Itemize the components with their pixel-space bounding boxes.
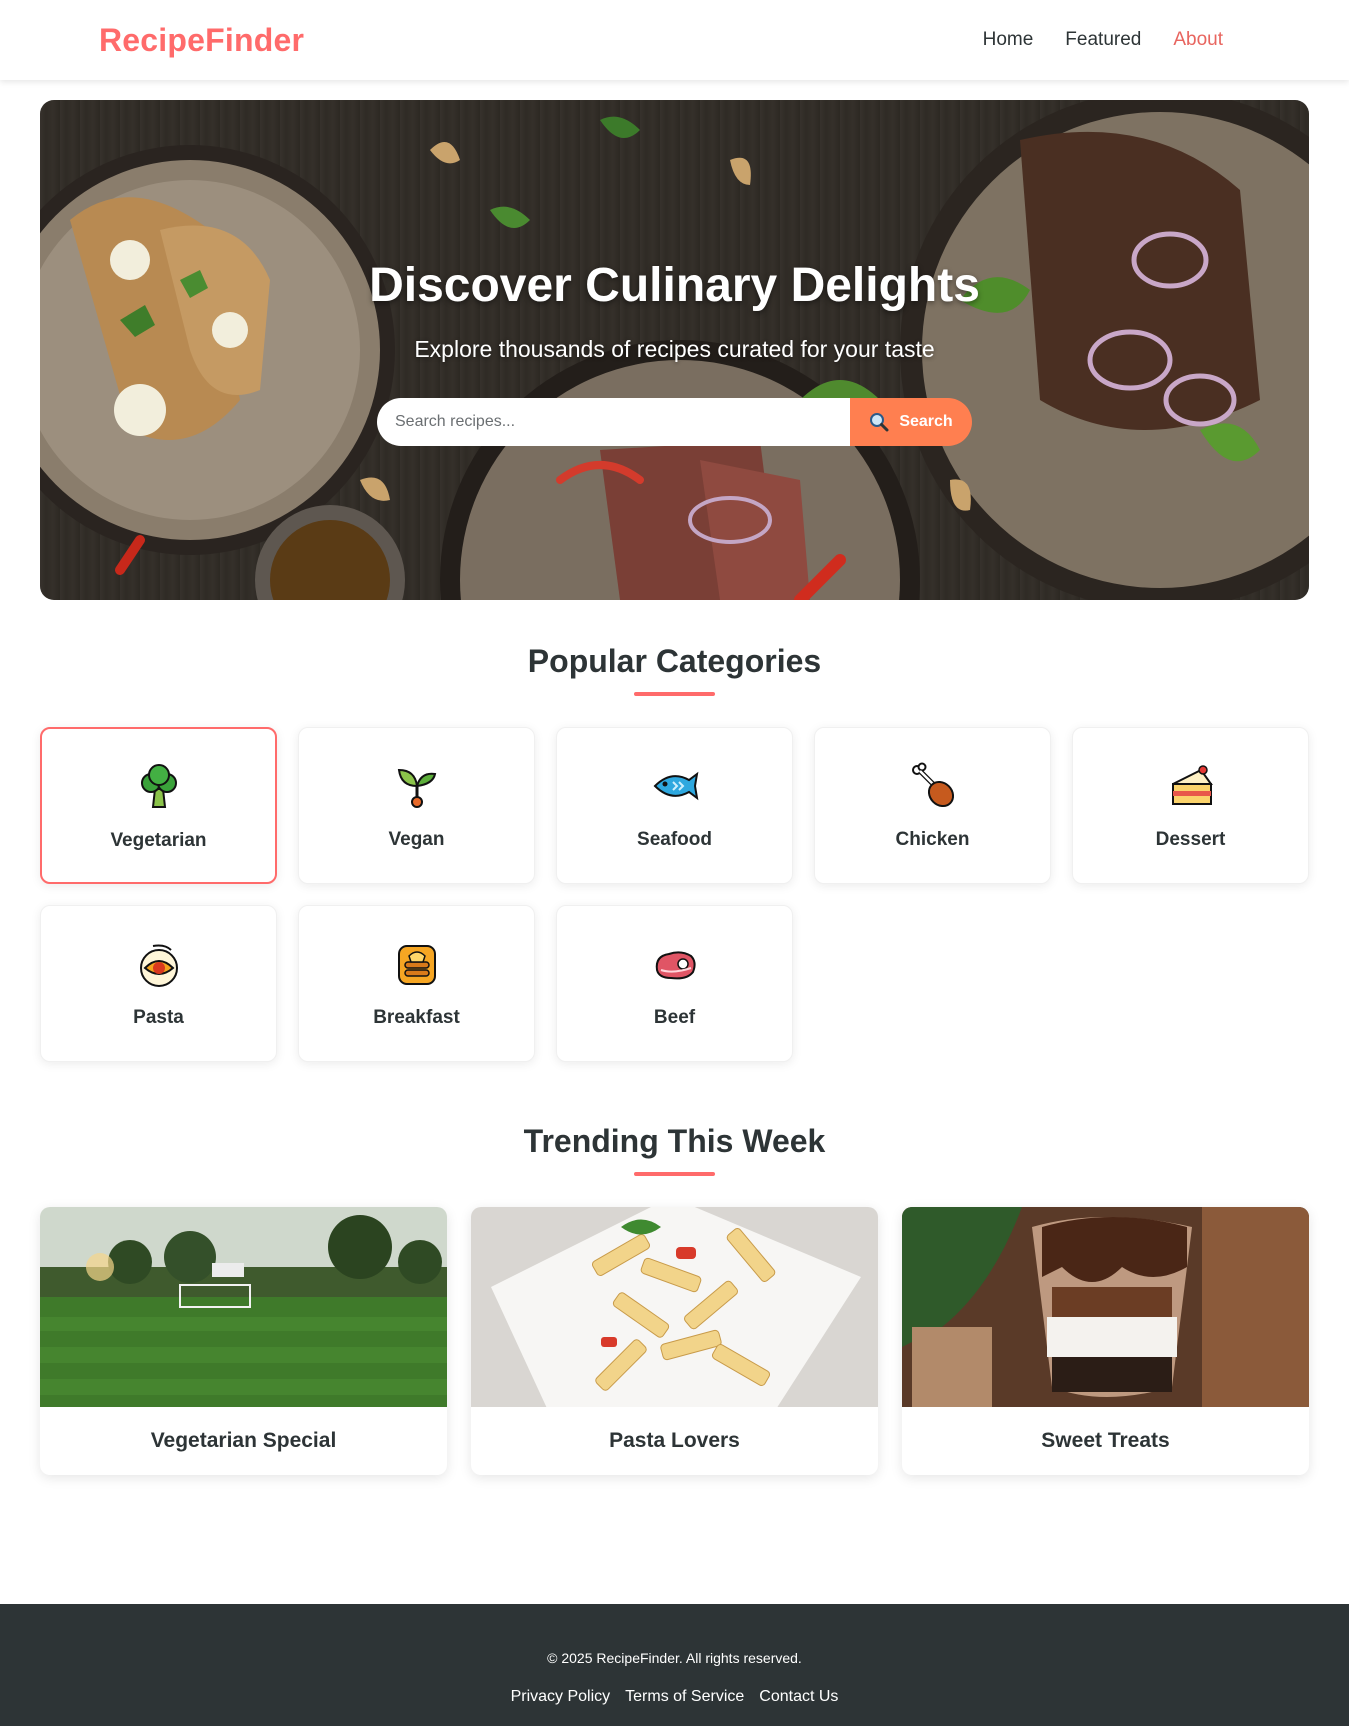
search-bar: Search [377, 398, 972, 446]
magnifier-icon [869, 412, 889, 432]
trending-card-title: Vegetarian Special [150, 1429, 337, 1452]
pasta-bowl-icon [139, 944, 178, 987]
category-label: Vegan [388, 829, 445, 850]
category-card-vegan[interactable]: Vegan [298, 727, 535, 884]
cake-icon [1171, 765, 1213, 805]
category-card-chicken[interactable]: Chicken [814, 727, 1051, 884]
category-label: Beef [653, 1007, 696, 1028]
site-logo[interactable]: RecipeFinder [99, 22, 304, 59]
search-button[interactable]: Search [850, 398, 972, 446]
site-footer: © 2025 RecipeFinder. All rights reserved… [0, 1604, 1349, 1726]
trending-card-title: Pasta Lovers [609, 1429, 740, 1452]
seedling-icon [397, 768, 436, 808]
main-nav: Home Featured About [983, 29, 1223, 51]
trending-card-sweet-treats[interactable]: Sweet Treats [902, 1207, 1309, 1475]
copyright-text: © 2025 RecipeFinder. All rights reserved… [547, 1650, 802, 1666]
site-header: RecipeFinder Home Featured About [0, 0, 1349, 80]
category-label: Breakfast [373, 1007, 460, 1028]
category-card-dessert[interactable]: Dessert [1072, 727, 1309, 884]
category-card-pasta[interactable]: Pasta [40, 905, 277, 1062]
hero-title: Discover Culinary Delights [369, 259, 980, 312]
search-input[interactable] [377, 398, 850, 446]
nav-home[interactable]: Home [983, 29, 1034, 51]
category-card-seafood[interactable]: Seafood [556, 727, 793, 884]
trending-title-underline [634, 1172, 715, 1176]
fish-icon [653, 771, 698, 801]
categories-title: Popular Categories [527, 643, 822, 679]
pancakes-icon [397, 945, 436, 985]
trending-card-pasta-lovers[interactable]: Pasta Lovers [471, 1207, 878, 1475]
trending-image [40, 1207, 447, 1407]
nav-about[interactable]: About [1173, 29, 1223, 51]
trending-image [902, 1207, 1309, 1407]
footer-link-contact[interactable]: Contact Us [759, 1688, 838, 1706]
trending-card-vegetarian-special[interactable]: Vegetarian Special [40, 1207, 447, 1475]
trending-card-title: Sweet Treats [1041, 1429, 1170, 1452]
hero-subtitle: Explore thousands of recipes curated for… [414, 336, 935, 362]
categories-title-underline [634, 692, 715, 696]
broccoli-icon [140, 764, 177, 808]
hero-banner: Discover Culinary Delights Explore thous… [40, 100, 1309, 600]
category-label: Dessert [1155, 829, 1226, 850]
category-label: Vegetarian [110, 830, 207, 851]
drumstick-icon [911, 762, 954, 808]
footer-link-privacy[interactable]: Privacy Policy [511, 1688, 611, 1706]
footer-links: Privacy Policy Terms of Service Contact … [0, 1688, 1349, 1706]
search-button-label: Search [899, 413, 953, 430]
trending-image [471, 1207, 878, 1407]
nav-featured[interactable]: Featured [1065, 29, 1141, 51]
steak-icon [655, 951, 696, 980]
category-card-vegetarian[interactable]: Vegetarian [40, 727, 277, 884]
footer-link-terms[interactable]: Terms of Service [625, 1688, 744, 1706]
trending-title: Trending This Week [523, 1123, 826, 1159]
category-card-beef[interactable]: Beef [556, 905, 793, 1062]
category-label: Chicken [895, 829, 970, 850]
category-label: Seafood [637, 829, 712, 850]
category-card-breakfast[interactable]: Breakfast [298, 905, 535, 1062]
category-label: Pasta [133, 1007, 184, 1028]
hero-content: Discover Culinary Delights Explore thous… [40, 100, 1309, 600]
